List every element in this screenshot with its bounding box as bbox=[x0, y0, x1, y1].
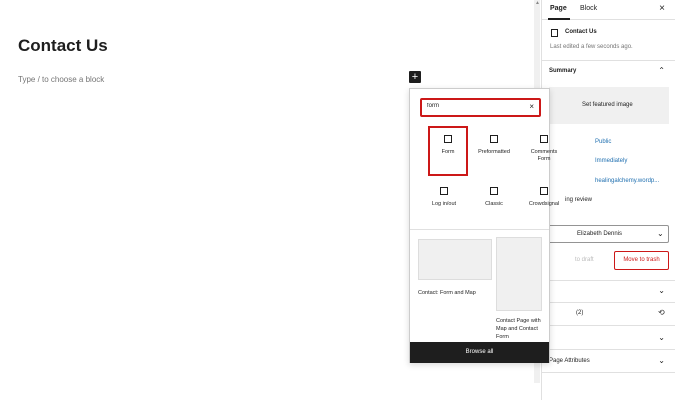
tab-block[interactable]: Block bbox=[580, 5, 597, 12]
pattern-preview-form-map[interactable] bbox=[418, 239, 492, 280]
search-box[interactable]: × bbox=[420, 98, 541, 117]
doc-title: Contact Us bbox=[565, 29, 597, 35]
scroll-up-icon[interactable]: ▲ bbox=[535, 0, 540, 6]
block-label: Crowdsignal bbox=[528, 201, 560, 207]
move-to-trash-button[interactable]: Move to trash bbox=[614, 251, 669, 270]
block-placeholder[interactable]: Type / to choose a block bbox=[18, 75, 104, 84]
url-link[interactable]: healingalchemy.wordp... bbox=[595, 178, 659, 184]
divider bbox=[541, 325, 675, 326]
summary-toggle[interactable]: Summary bbox=[549, 68, 576, 74]
close-icon[interactable]: × bbox=[529, 102, 534, 111]
page-title[interactable]: Contact Us bbox=[18, 36, 108, 56]
chevron-up-icon[interactable]: ⌃ bbox=[658, 66, 665, 75]
preformatted-icon bbox=[490, 135, 498, 143]
divider bbox=[541, 60, 675, 61]
pending-review-label[interactable]: ing review bbox=[565, 197, 592, 203]
classic-icon bbox=[490, 187, 498, 195]
page-icon bbox=[551, 29, 558, 37]
active-tab-indicator bbox=[548, 18, 570, 20]
block-preformatted[interactable]: Preformatted bbox=[474, 128, 514, 178]
block-label: Log in/out bbox=[431, 201, 457, 207]
pattern-label[interactable]: Contact Page with Map and Contact Form bbox=[496, 317, 550, 341]
divider bbox=[541, 372, 675, 373]
visibility-link[interactable]: Public bbox=[595, 139, 611, 145]
author-value: Elizabeth Dennis bbox=[577, 231, 623, 237]
publish-link[interactable]: Immediately bbox=[595, 158, 627, 164]
block-comments-form[interactable]: Comments Form bbox=[524, 128, 564, 178]
block-form[interactable]: Form bbox=[428, 126, 468, 176]
switch-to-draft-button[interactable]: to draft bbox=[575, 251, 610, 270]
comments-form-icon bbox=[540, 135, 548, 143]
browse-all-button[interactable]: Browse all bbox=[410, 342, 549, 363]
revisions-count[interactable]: (2) bbox=[576, 310, 583, 316]
author-select[interactable]: Elizabeth Dennis ⌄ bbox=[548, 225, 669, 243]
block-crowdsignal[interactable]: Crowdsignal bbox=[524, 180, 564, 230]
chevron-down-icon[interactable]: ⌄ bbox=[658, 286, 665, 295]
close-icon[interactable]: × bbox=[659, 3, 665, 14]
divider bbox=[541, 302, 675, 303]
search-input[interactable] bbox=[427, 103, 527, 109]
divider bbox=[410, 229, 549, 230]
pattern-label[interactable]: Contact: Form and Map bbox=[418, 289, 498, 297]
history-icon[interactable]: ⟲ bbox=[658, 308, 665, 317]
block-login-out[interactable]: Log in/out bbox=[424, 180, 464, 230]
divider bbox=[541, 280, 675, 281]
chevron-down-icon[interactable]: ⌄ bbox=[658, 356, 665, 365]
block-label: Comments Form bbox=[530, 149, 558, 162]
block-classic[interactable]: Classic bbox=[474, 180, 514, 230]
crowdsignal-icon bbox=[540, 187, 548, 195]
tab-page[interactable]: Page bbox=[550, 5, 567, 12]
divider bbox=[541, 349, 675, 350]
sidebar-tabs: Page Block × bbox=[542, 0, 675, 20]
chevron-down-icon[interactable]: ⌄ bbox=[658, 333, 665, 342]
page-attributes-toggle[interactable]: Page Attributes bbox=[549, 358, 590, 364]
login-icon bbox=[440, 187, 448, 195]
pattern-preview-map-contact[interactable] bbox=[496, 237, 542, 311]
set-featured-image[interactable]: Set featured image bbox=[582, 102, 633, 108]
block-inserter-popover: × Form Preformatted Comments Form Log in… bbox=[409, 88, 559, 363]
chevron-down-icon: ⌄ bbox=[657, 229, 664, 238]
form-icon bbox=[444, 135, 452, 143]
block-label: Preformatted bbox=[478, 149, 510, 155]
block-label: Classic bbox=[485, 201, 503, 207]
add-block-button[interactable]: + bbox=[409, 71, 421, 83]
block-label: Form bbox=[441, 149, 455, 155]
last-edited: Last edited a few seconds ago. bbox=[550, 44, 633, 50]
